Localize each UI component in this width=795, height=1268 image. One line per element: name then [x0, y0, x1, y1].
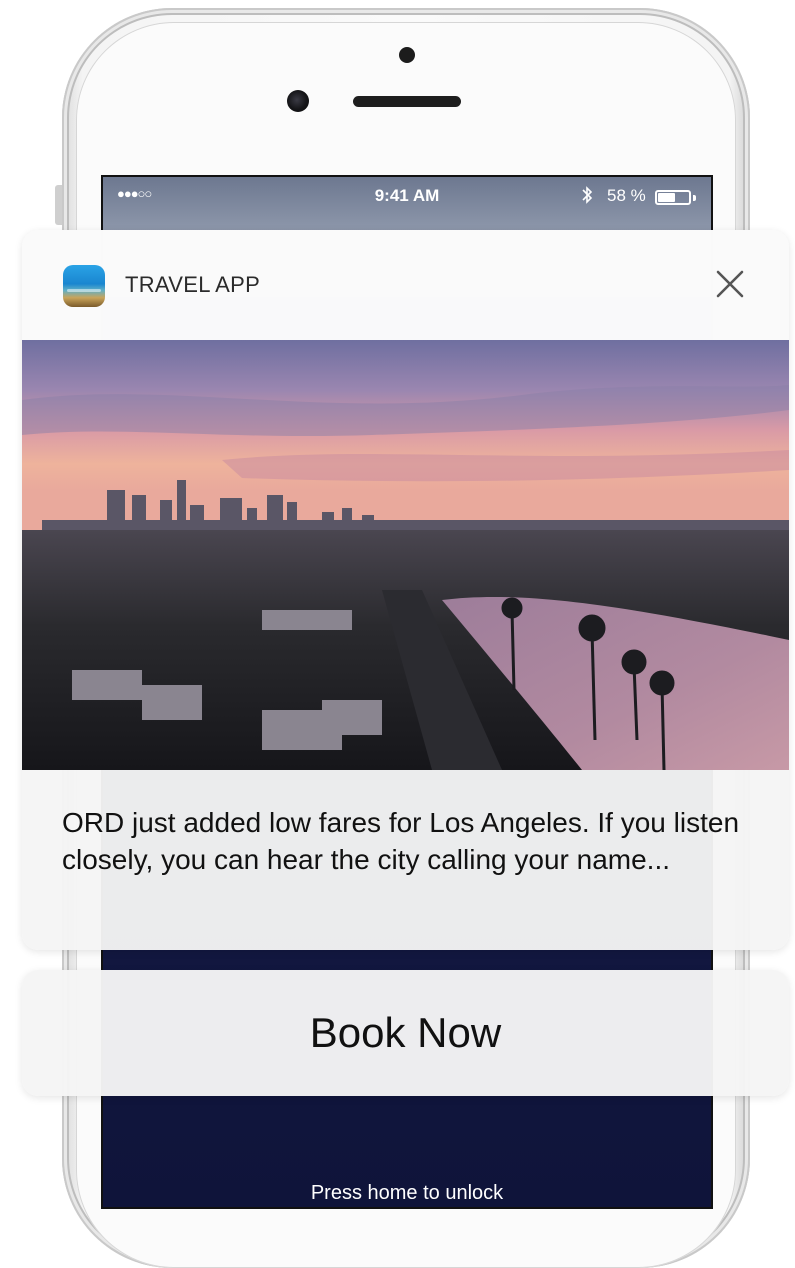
- battery-icon: [655, 190, 691, 205]
- app-name: TRAVEL APP: [125, 272, 261, 297]
- notification-image: [22, 340, 789, 770]
- book-now-label: Book Now: [309, 1009, 502, 1056]
- battery-tip: [693, 195, 696, 201]
- battery-percent: 58 %: [607, 186, 646, 205]
- proximity-sensor: [399, 47, 415, 63]
- notification-header: TRAVEL APP: [22, 230, 789, 340]
- travel-app-icon: [63, 265, 105, 307]
- close-icon: [716, 270, 744, 298]
- battery-level: [658, 193, 676, 202]
- bluetooth-icon: [581, 185, 593, 210]
- notification-card[interactable]: TRAVEL APP ORD just added low fares for …: [22, 230, 789, 950]
- status-bar: ●●●○○ 9:41 AM 58 %: [103, 177, 711, 217]
- notification-message: ORD just added low fares for Los Angeles…: [62, 807, 740, 875]
- front-camera-icon: [287, 90, 309, 112]
- book-now-button[interactable]: Book Now: [22, 970, 789, 1096]
- close-button[interactable]: [712, 266, 748, 302]
- earpiece-speaker: [353, 96, 461, 107]
- unlock-hint: Press home to unlock: [310, 1182, 504, 1204]
